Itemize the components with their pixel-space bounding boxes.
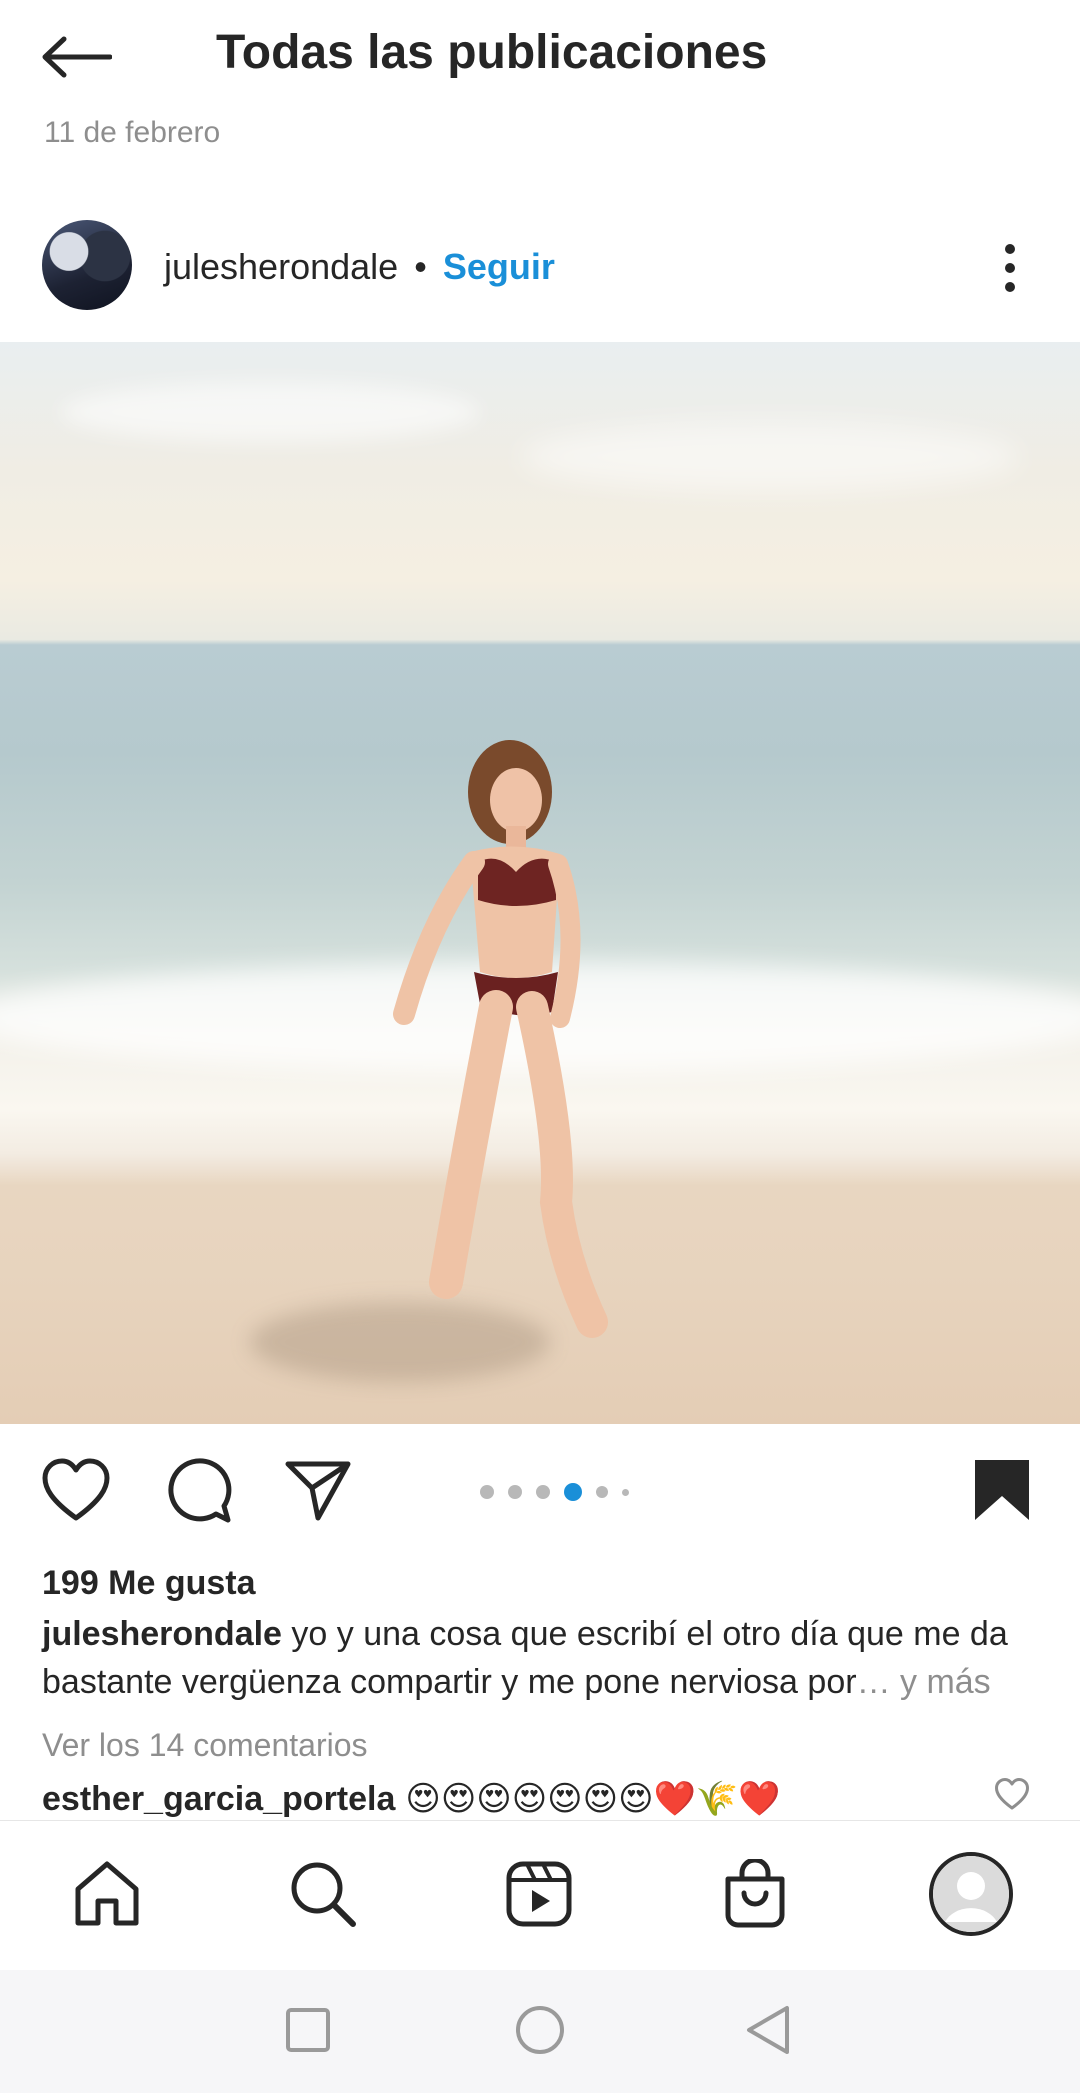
dot — [1005, 263, 1015, 273]
caption-username[interactable]: julesherondale — [42, 1615, 282, 1653]
carousel-dot — [622, 1488, 629, 1496]
cloud — [60, 382, 480, 442]
nav-reels[interactable] — [494, 1849, 584, 1939]
paper-plane-icon — [285, 1461, 351, 1521]
heart-outline-icon — [995, 1778, 1029, 1810]
like-button[interactable] — [40, 1454, 112, 1526]
post-caption: julesherondale yo y una cosa que escribí… — [42, 1610, 1042, 1706]
recent-apps-button[interactable] — [278, 2000, 338, 2060]
top-comment: esther_garcia_portela 😍😍😍😍😍😍😍❤️🌾❤️ — [42, 1776, 1042, 1822]
top-header: Todas las publicaciones — [0, 0, 1080, 105]
carousel-dot — [508, 1485, 522, 1499]
nav-search[interactable] — [278, 1849, 368, 1939]
cloud — [520, 422, 1020, 492]
shop-bag-icon — [725, 1859, 785, 1928]
post-action-bar — [0, 1424, 1080, 1554]
carousel-dot-active — [564, 1483, 582, 1501]
system-back-button[interactable] — [738, 2000, 798, 2060]
triangle-back-icon — [747, 2006, 789, 2054]
carousel-dot — [536, 1485, 550, 1499]
carousel-dot — [596, 1486, 608, 1498]
username-row: julesherondale • Seguir — [164, 242, 555, 292]
bookmark-filled-icon — [975, 1460, 1029, 1520]
share-button[interactable] — [282, 1454, 354, 1526]
comment-like-button[interactable] — [994, 1778, 1034, 1818]
nav-shop[interactable] — [710, 1849, 800, 1939]
carousel-indicator — [480, 1480, 629, 1504]
follow-button[interactable]: Seguir — [443, 246, 555, 287]
post-header: julesherondale • Seguir — [0, 210, 1080, 340]
page-title: Todas las publicaciones — [216, 26, 768, 79]
profile-icon — [933, 1856, 1009, 1932]
system-home-button[interactable] — [510, 2000, 570, 2060]
heart-icon — [42, 1458, 110, 1521]
back-button[interactable] — [40, 22, 130, 92]
nav-profile[interactable] — [926, 1849, 1016, 1939]
reels-icon — [506, 1861, 572, 1927]
avatar[interactable] — [42, 220, 132, 310]
home-icon — [75, 1861, 139, 1926]
caption-ellipsis: … — [856, 1663, 891, 1701]
previous-post-date: 11 de febrero — [44, 118, 221, 144]
comment-bubble-icon — [168, 1458, 232, 1523]
square-icon — [286, 2008, 330, 2052]
post-username[interactable]: julesherondale — [164, 246, 398, 287]
comment-text: 😍😍😍😍😍😍😍❤️🌾❤️ — [405, 1780, 781, 1818]
more-options-button[interactable] — [990, 238, 1030, 298]
circle-icon — [516, 2006, 564, 2054]
likes-count[interactable]: 199 Me gusta — [42, 1560, 256, 1606]
bottom-navigation — [0, 1820, 1080, 1971]
separator-dot: • — [414, 246, 427, 287]
dot — [1005, 282, 1015, 292]
person-figure — [393, 740, 608, 1338]
system-navigation-bar — [0, 1970, 1080, 2093]
carousel-dot — [480, 1485, 494, 1499]
comment-username[interactable]: esther_garcia_portela — [42, 1780, 395, 1818]
post-photo[interactable] — [0, 342, 1080, 1424]
comment-button[interactable] — [162, 1454, 234, 1526]
caption-more-link[interactable]: y más — [891, 1663, 991, 1701]
dot — [1005, 244, 1015, 254]
search-icon — [291, 1862, 356, 1927]
nav-home[interactable] — [62, 1849, 152, 1939]
view-comments-link[interactable]: Ver los 14 comentarios — [42, 1722, 368, 1768]
profile-avatar — [929, 1852, 1013, 1936]
arrow-left-icon — [42, 36, 112, 78]
save-button[interactable] — [966, 1454, 1038, 1526]
